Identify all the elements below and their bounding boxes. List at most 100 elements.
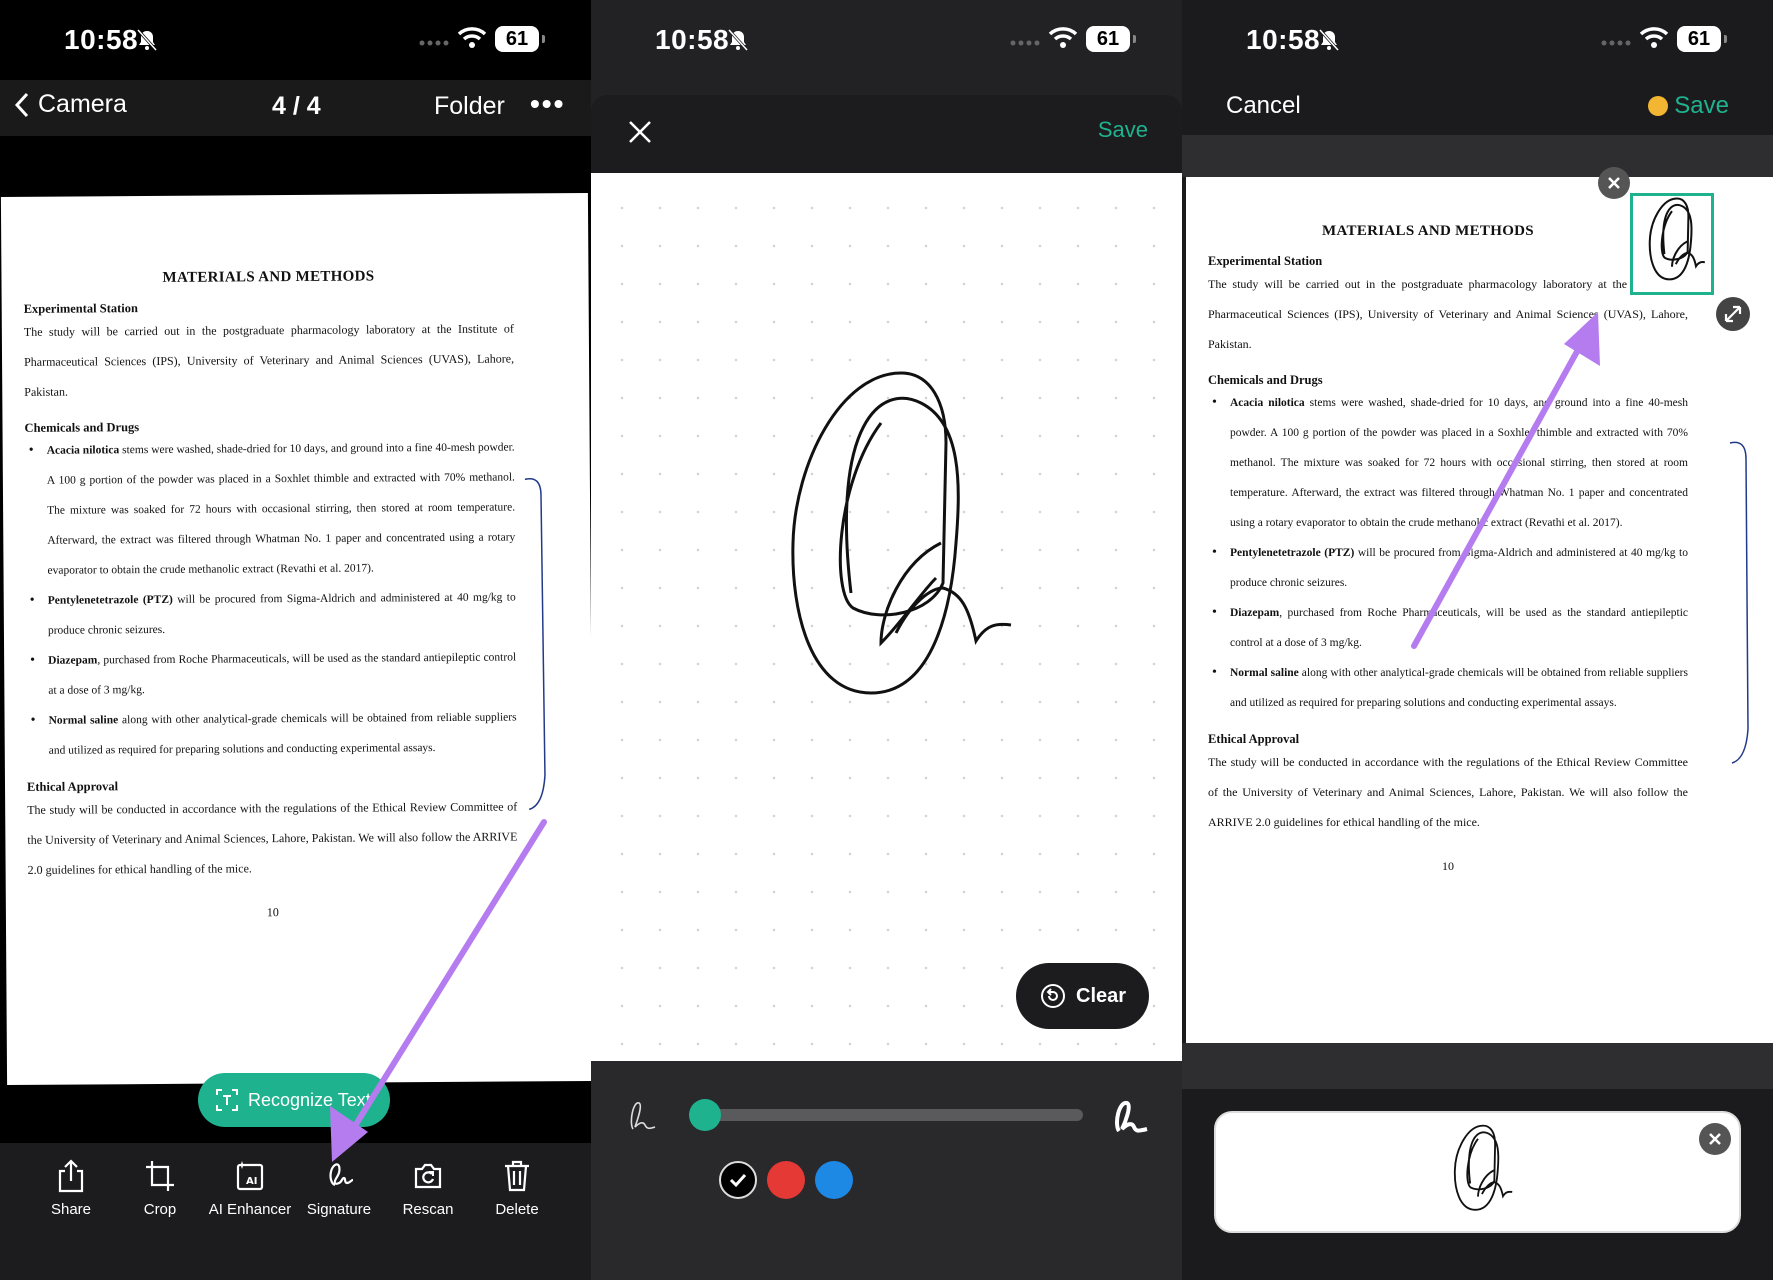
list-item: Normal saline along with other analytica…: [1208, 658, 1688, 718]
list-item: Diazepam, purchased from Roche Pharmaceu…: [1208, 598, 1688, 658]
color-swatch-red[interactable]: [767, 1161, 805, 1199]
svg-text:AI: AI: [246, 1176, 257, 1187]
crop-button[interactable]: Crop: [118, 1159, 202, 1218]
slider-knob[interactable]: [689, 1099, 721, 1131]
list-item: Diazepam, purchased from Roche Pharmaceu…: [26, 642, 516, 705]
battery-indicator: 61: [1086, 26, 1136, 52]
scanned-document-page: MATERIALS AND METHODS Experimental Stati…: [0, 192, 591, 1086]
doc-bullet-list: Acacia nilotica stems were washed, shade…: [25, 432, 517, 765]
placed-signature[interactable]: [1630, 193, 1714, 295]
signal-icon: [1010, 40, 1040, 46]
status-bar: 10:58 61: [1182, 0, 1773, 80]
trash-icon: [505, 1160, 529, 1192]
toolbar-label: Crop: [143, 1201, 177, 1218]
folder-button[interactable]: Folder: [434, 92, 505, 121]
status-time: 10:58: [64, 24, 139, 55]
share-icon: [58, 1159, 84, 1193]
wifi-icon: [1639, 27, 1669, 48]
page-indicator: 4 / 4: [272, 92, 321, 120]
rescan-icon: [414, 1163, 442, 1189]
doc-paragraph: The study will be carried out in the pos…: [1208, 277, 1688, 351]
save-label: Save: [1674, 92, 1729, 119]
signal-icon: [1601, 40, 1631, 46]
thin-stroke-icon: [630, 1102, 656, 1130]
margin-bracket-mark: [1729, 441, 1749, 764]
color-swatch-blue[interactable]: [815, 1161, 853, 1199]
stroke-width-slider[interactable]: [689, 1099, 1083, 1131]
chevron-left-icon: [14, 92, 29, 117]
checkmark-icon: [729, 1173, 747, 1188]
list-item: Normal saline along with other analytica…: [26, 702, 517, 765]
save-button[interactable]: Save: [1098, 117, 1148, 143]
canvas-margin-top: [1182, 135, 1773, 177]
signature-button[interactable]: Signature: [297, 1159, 381, 1218]
recognize-text-label: Recognize Text: [248, 1089, 371, 1110]
placement-nav-bar: Cancel Save: [1182, 80, 1773, 135]
signature-top-bar: Save: [591, 95, 1182, 173]
close-icon: [1608, 177, 1620, 189]
doc-title: MATERIALS AND METHODS: [162, 268, 375, 286]
doc-bullet-list: Acacia nilotica stems were washed, shade…: [1208, 388, 1688, 718]
document-content: MATERIALS AND METHODS Experimental Stati…: [1208, 223, 1688, 874]
ai-enhancer-button[interactable]: AI AI Enhancer: [208, 1159, 292, 1218]
list-item: Acacia nilotica stems were washed, shade…: [1208, 388, 1688, 538]
signature-icon: [329, 1163, 354, 1187]
color-swatch-black[interactable]: [719, 1161, 757, 1199]
bell-muted-icon: [1318, 28, 1340, 52]
toolbar-label: AI Enhancer: [208, 1201, 292, 1218]
ai-enhancer-icon: AI: [236, 1161, 264, 1191]
list-item: Pentylenetetrazole (PTZ) will be procure…: [1208, 538, 1688, 598]
close-icon: [1709, 1133, 1721, 1145]
status-time: 10:58: [1246, 24, 1321, 55]
bottom-toolbar: Share Crop AI AI Enhancer Signature Resc…: [0, 1143, 591, 1280]
battery-indicator: 61: [495, 26, 545, 52]
back-button[interactable]: Camera: [14, 90, 127, 119]
scanned-document-page: MATERIALS AND METHODS Experimental Stati…: [1186, 167, 1773, 1043]
toolbar-label: Share: [50, 1201, 92, 1218]
cancel-button[interactable]: Cancel: [1226, 92, 1301, 120]
delete-button[interactable]: Delete: [475, 1159, 559, 1218]
scan-viewer-panel: 10:58 61 Camera 4 / 4 Folder ••• MATERIA…: [0, 0, 591, 1280]
document-content: MATERIALS AND METHODS Experimental Stati…: [23, 267, 518, 921]
signal-icon: [419, 40, 449, 46]
page-number: 10: [1442, 859, 1454, 873]
wifi-icon: [457, 27, 487, 48]
resize-handle[interactable]: [1716, 297, 1750, 331]
list-item: Acacia nilotica stems were washed, shade…: [25, 432, 516, 585]
battery-indicator: 61: [1677, 26, 1727, 52]
save-button[interactable]: Save: [1648, 92, 1729, 120]
drawn-signature: [791, 371, 1012, 695]
rescan-button[interactable]: Rescan: [386, 1159, 470, 1218]
toolbar-label: Delete: [495, 1201, 539, 1218]
crop-icon: [146, 1161, 174, 1191]
close-icon[interactable]: [627, 119, 653, 145]
doc-paragraph: The study will be carried out in the pos…: [23, 321, 515, 399]
delete-saved-signature-button[interactable]: [1699, 1123, 1731, 1155]
signature-image: [1648, 197, 1705, 281]
saved-signature-card[interactable]: [1214, 1111, 1741, 1233]
pen-settings-bar: [591, 1061, 1182, 1280]
page-number: 10: [266, 905, 279, 920]
scan-text-icon: [216, 1089, 238, 1111]
undo-icon: [1041, 984, 1065, 1008]
signature-placement-panel: 10:58 61 Cancel Save MATERIALS AND METHO…: [1182, 0, 1773, 1280]
bell-muted-icon: [727, 28, 749, 52]
viewer-nav-bar: Camera 4 / 4 Folder •••: [0, 80, 591, 136]
signature-canvas[interactable]: Clear: [591, 173, 1182, 1061]
more-icon[interactable]: •••: [530, 88, 565, 120]
clear-button[interactable]: Clear: [1016, 963, 1149, 1029]
remove-placed-signature-button[interactable]: [1598, 167, 1630, 199]
share-button[interactable]: Share: [29, 1159, 113, 1218]
back-label: Camera: [38, 90, 127, 118]
recognize-text-button[interactable]: Recognize Text: [198, 1073, 390, 1127]
toolbar-label: Rescan: [402, 1201, 454, 1218]
doc-title: MATERIALS AND METHODS: [1322, 223, 1534, 239]
status-time: 10:58: [655, 24, 730, 55]
signature-draw-panel: 10:58 61 Save Clear: [591, 0, 1182, 1280]
thick-stroke-icon: [1115, 1101, 1148, 1133]
resize-arrows-icon: [1724, 305, 1742, 323]
status-bar: 10:58 61: [0, 0, 591, 80]
premium-crown-icon: [1648, 96, 1669, 116]
doc-heading: Chemicals and Drugs: [1208, 373, 1323, 387]
margin-bracket-mark: [524, 478, 546, 811]
